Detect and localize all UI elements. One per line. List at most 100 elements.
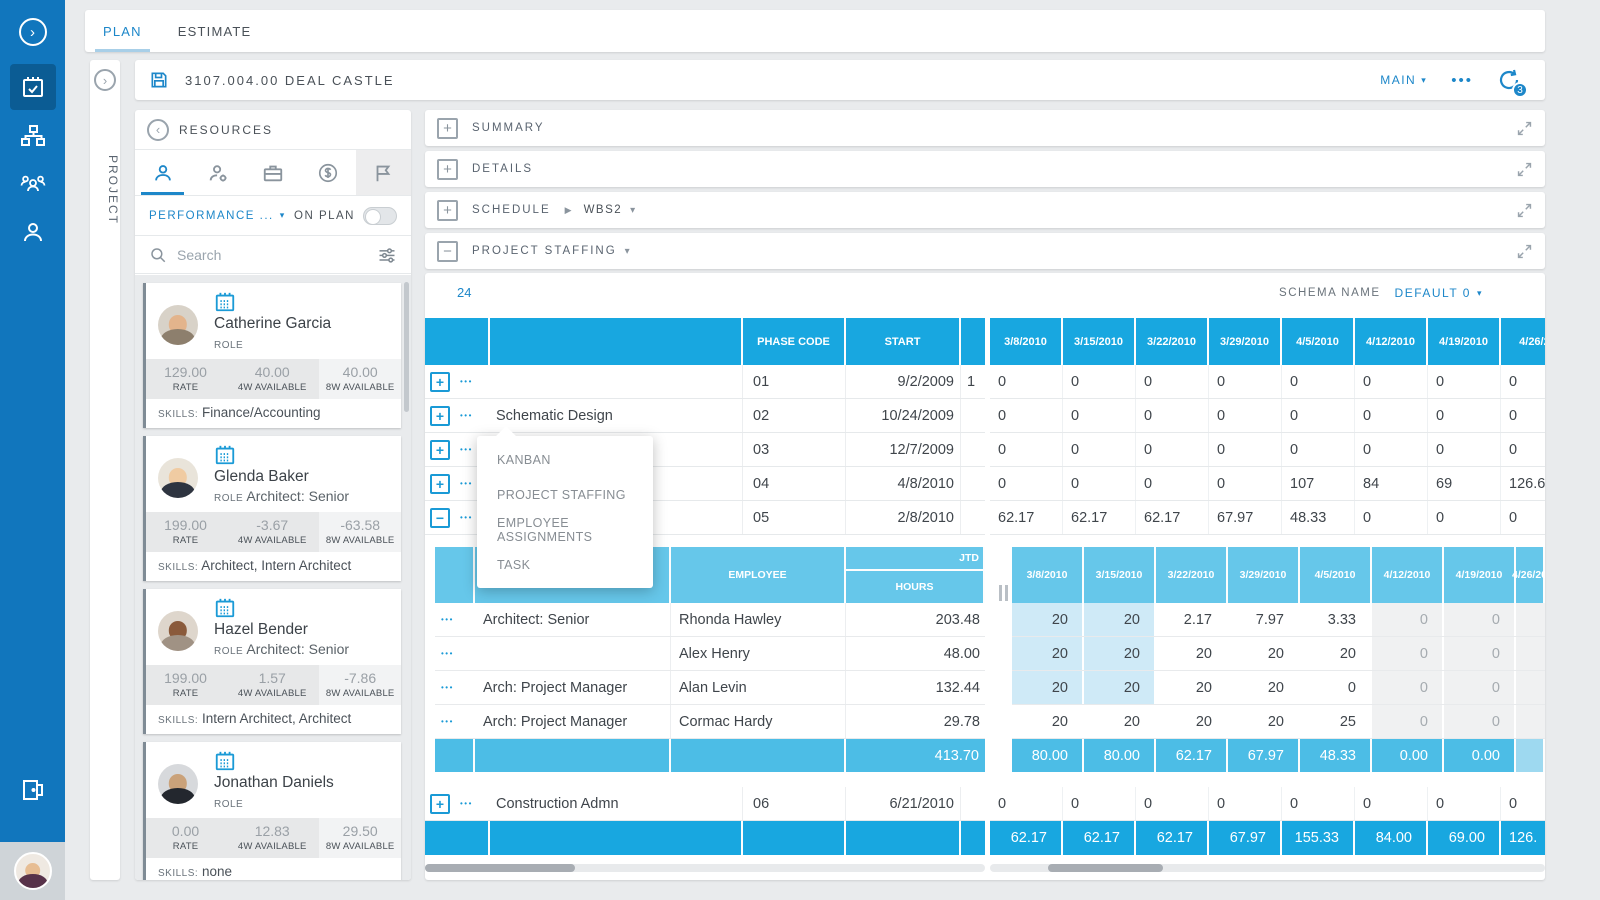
resources-collapse-button[interactable]: ‹ [147,119,169,141]
sidebar-item-structure[interactable] [0,114,65,158]
grid-cell[interactable]: 20 [1156,671,1228,704]
save-button[interactable] [149,70,169,90]
grid-cell[interactable]: 126.6 [1501,467,1545,500]
sidebar-item-exit[interactable] [0,768,65,812]
grid-cell[interactable]: 20 [1084,705,1156,738]
grid-cell[interactable]: 7.97 [1228,603,1300,636]
grid-cell[interactable]: 3.33 [1300,603,1372,636]
grid-cell[interactable]: 0 [1063,399,1136,432]
grid-cell[interactable]: 67.97 [1209,501,1282,534]
grid-cell[interactable]: 20 [1300,637,1372,670]
fullscreen-icon[interactable] [1516,120,1533,137]
grid-cell[interactable]: 20 [1084,637,1156,670]
grid-cell[interactable]: 0 [1063,433,1136,466]
grid-cell[interactable]: 0 [1355,501,1428,534]
expand-row-button[interactable]: + [430,474,450,494]
grid-cell[interactable]: 0 [990,365,1063,398]
grid-cell[interactable]: 62.17 [990,501,1063,534]
grid-cell[interactable]: 0 [1355,787,1428,820]
resource-card[interactable]: Glenda Baker ROLE Architect: Senior 199.… [143,436,401,581]
grid-cell[interactable]: 0 [1282,433,1355,466]
grid-cell[interactable]: 0 [1136,399,1209,432]
filter-sliders-icon[interactable] [377,245,397,265]
grid-cell[interactable]: 0 [1209,787,1282,820]
grid-cell[interactable]: 20 [1084,603,1156,636]
phase-code[interactable]: 01 [743,365,846,398]
grid-cell[interactable]: 20 [1228,637,1300,670]
pane-splitter-handle[interactable] [999,585,1009,601]
grid-cell[interactable]: 0 [1282,399,1355,432]
grid-cell[interactable]: 0 [1444,637,1516,670]
grid-cell[interactable]: 0 [1372,671,1444,704]
grid-cell[interactable]: 0 [990,433,1063,466]
expand-details-button[interactable]: + [437,159,458,180]
grid-cell[interactable]: 0 [1444,705,1516,738]
phase-code[interactable]: 05 [743,501,846,534]
grid-cell[interactable]: 0 [1063,365,1136,398]
branch-dropdown[interactable]: MAIN ▾ [1380,73,1427,87]
resource-list-scrollbar[interactable] [404,282,409,412]
left-pane-hscrollbar[interactable] [425,864,985,872]
row-menu-button[interactable]: ••• [460,513,473,522]
jtd-hours[interactable]: 132.44 [846,671,985,704]
calendar-icon[interactable] [214,291,236,313]
jtd-hours[interactable]: 48.00 [846,637,985,670]
sidebar-item-team[interactable] [0,162,65,206]
grid-cell[interactable]: 20 [1012,603,1084,636]
phase-start[interactable]: 4/8/2010 [846,467,961,500]
phase-code[interactable]: 06 [743,787,846,820]
grid-cell[interactable]: 0 [1372,637,1444,670]
grid-cell[interactable]: 0 [990,399,1063,432]
grid-cell[interactable]: 25 [1300,705,1372,738]
user-avatar-tile[interactable] [0,842,65,900]
grid-cell[interactable]: 0 [1501,399,1545,432]
grid-cell[interactable]: 0 [1355,365,1428,398]
tab-equipment[interactable] [245,150,300,195]
assignment-role[interactable]: Architect: Senior [475,603,671,636]
collapse-staffing-button[interactable]: − [437,241,458,262]
search-input[interactable] [177,247,367,263]
grid-cell[interactable]: 2.17 [1156,603,1228,636]
phase-start[interactable]: 2/8/2010 [846,501,961,534]
grid-cell[interactable]: 0 [1428,787,1501,820]
grid-cell[interactable]: 0 [1355,399,1428,432]
grid-cell[interactable]: 20 [1012,671,1084,704]
grid-cell[interactable]: 0 [1136,467,1209,500]
menu-item-kanban[interactable]: KANBAN [477,442,653,477]
schema-dropdown[interactable]: DEFAULT 0 ▾ [1395,286,1483,300]
grid-cell[interactable]: 20 [1156,637,1228,670]
row-menu-button[interactable]: ••• [460,799,473,808]
grid-cell[interactable]: 62.17 [1063,501,1136,534]
row-menu-button[interactable]: ••• [441,717,454,726]
grid-cell[interactable]: 20 [1228,671,1300,704]
expand-summary-button[interactable]: + [437,118,458,139]
resource-card[interactable]: Jonathan Daniels ROLE 0.00RATE 12.834W A… [143,742,401,880]
grid-cell[interactable]: 0 [1209,467,1282,500]
tab-generic-resources[interactable] [190,150,245,195]
scrollbar-thumb[interactable] [1048,864,1163,872]
grid-cell[interactable]: 0 [1428,501,1501,534]
phase-name[interactable] [490,365,743,398]
fullscreen-icon[interactable] [1516,202,1533,219]
expand-row-button[interactable]: + [430,372,450,392]
grid-cell[interactable]: 0 [1372,603,1444,636]
phase-start[interactable]: 12/7/2009 [846,433,961,466]
grid-cell[interactable]: 0 [990,467,1063,500]
expand-schedule-button[interactable]: + [437,200,458,221]
row-menu-button[interactable]: ••• [441,649,454,658]
menu-item-employee-assignments[interactable]: EMPLOYEE ASSIGNMENTS [477,512,653,547]
performance-filter-dropdown[interactable]: PERFORMANCE ... ▾ [149,210,286,222]
phase-start[interactable]: 9/2/2009 [846,365,961,398]
sidebar-item-planning[interactable] [10,64,56,110]
grid-cell[interactable]: 0 [1300,671,1372,704]
tab-people[interactable] [135,150,190,195]
menu-item-task[interactable]: TASK [477,547,653,582]
calendar-icon[interactable] [214,750,236,772]
chevron-down-icon[interactable]: ▾ [625,246,630,257]
grid-cell[interactable]: 107 [1282,467,1355,500]
sidebar-item-resource[interactable] [0,210,65,254]
grid-cell[interactable]: 0 [1428,399,1501,432]
grid-cell[interactable]: 62.17 [1136,501,1209,534]
assignment-role[interactable]: Arch: Project Manager [475,671,671,704]
phase-code[interactable]: 03 [743,433,846,466]
